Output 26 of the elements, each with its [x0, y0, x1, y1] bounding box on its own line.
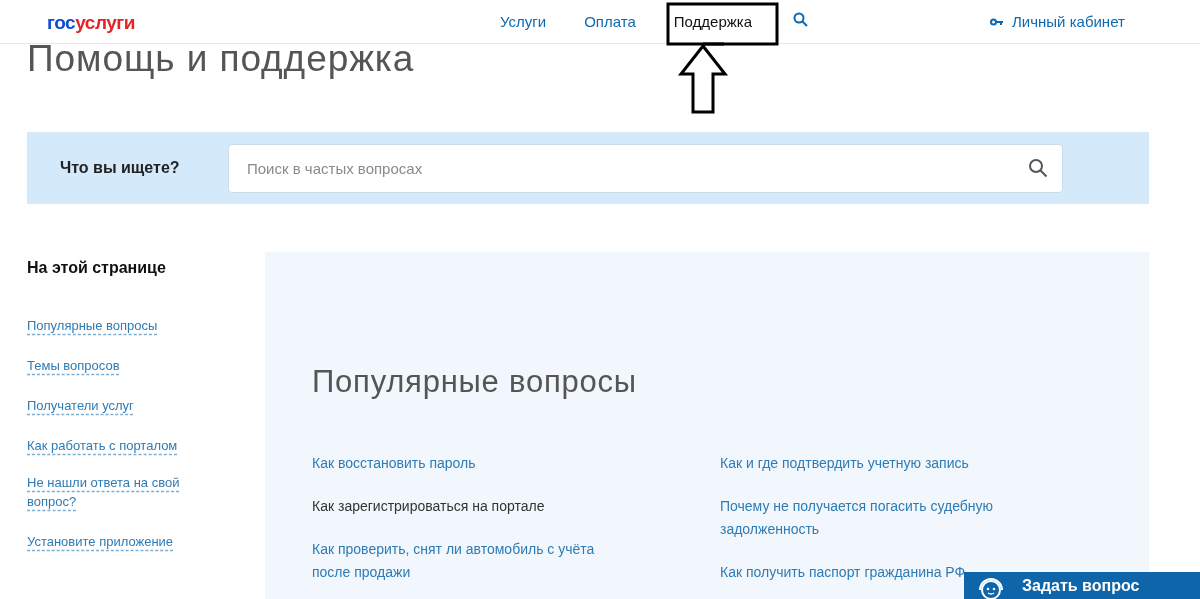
sidebar-link[interactable]: Как работать с порталом	[27, 436, 178, 455]
nav-link[interactable]: Услуги	[500, 11, 547, 34]
question-link[interactable]: Как получить паспорт гражданина РФ	[720, 561, 966, 584]
question-link[interactable]: Как проверить, снят ли автомобиль с учёта после продажи	[312, 538, 602, 584]
question-link[interactable]: Почему не получается погасить судебную задолженность	[720, 495, 1010, 541]
sidebar-link[interactable]: Популярные вопросы	[27, 316, 158, 335]
section-title: Популярные вопросы	[312, 366, 637, 397]
sidebar-link[interactable]: Получатели услуг	[27, 396, 134, 415]
key-icon	[990, 18, 1004, 27]
ask-question-button[interactable]: Задать вопрос	[964, 572, 1200, 599]
page-title: Помощь и поддержка	[27, 40, 415, 77]
sidebar-link[interactable]: Темы вопросов	[27, 356, 120, 375]
search-icon[interactable]	[1028, 157, 1048, 178]
nav-link[interactable]: Оплата	[584, 11, 636, 34]
search-label: Что вы ищете?	[60, 158, 181, 178]
account-link[interactable]: Личный кабинет	[1012, 11, 1125, 34]
question-link[interactable]: Как зарегистрироваться на портале	[312, 495, 545, 518]
search-field[interactable]: Поиск в частых вопросах	[228, 143, 1063, 193]
logo-text[interactable]: госуслуги	[47, 9, 135, 38]
headset-icon	[976, 576, 1006, 599]
search-icon[interactable]	[793, 12, 808, 27]
question-link[interactable]: Как восстановить пароль	[312, 452, 476, 475]
question-link[interactable]: Как и где подтвердить учетную запись	[720, 452, 969, 475]
sidebar-title: На этой странице	[27, 258, 167, 278]
sidebar-link[interactable]: Не нашли ответа на свой вопрос?	[27, 473, 197, 511]
sidebar-link[interactable]: Установите приложение	[27, 532, 174, 551]
